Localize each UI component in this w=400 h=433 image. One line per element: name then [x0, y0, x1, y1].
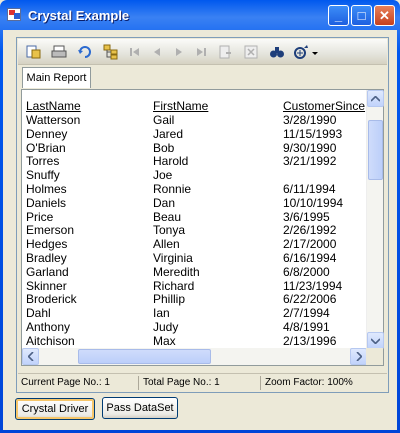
- maximize-button[interactable]: □: [351, 5, 372, 26]
- crystal-driver-button[interactable]: Crystal Driver: [15, 398, 95, 420]
- close-view-icon[interactable]: [240, 41, 262, 63]
- cell-last-name: Watterson: [26, 113, 81, 127]
- previous-page-icon[interactable]: [148, 41, 166, 63]
- cell-last-name: Garland: [26, 264, 69, 279]
- cell-last-name: Denney: [26, 126, 68, 141]
- window-title: Crystal Example: [28, 7, 130, 23]
- scroll-left-button[interactable]: [22, 348, 39, 365]
- cell-last-name: Aitchison: [26, 333, 75, 348]
- cell-customer-since: 6/22/2006: [283, 292, 337, 307]
- cell-first-name: Ian: [153, 306, 170, 321]
- scroll-right-button[interactable]: [350, 348, 367, 365]
- status-bar: Current Page No.: 1 Total Page No.: 1 Zo…: [18, 373, 387, 392]
- cell-last-name: Bradley: [26, 251, 67, 265]
- cell-first-name: Beau: [153, 209, 182, 224]
- cell-first-name: Bob: [153, 140, 175, 155]
- cell-first-name: Phillip: [153, 292, 186, 307]
- cell-first-name: Richard: [153, 278, 195, 293]
- cell-customer-since: 2/26/1992: [283, 223, 337, 238]
- cell-customer-since: 4/8/1991: [283, 320, 330, 334]
- cell-customer-since: 2/7/1994: [283, 306, 330, 321]
- report-page: LastName FirstName CustomerSince Watters…: [22, 90, 367, 349]
- cell-customer-since: 3/21/1992: [283, 154, 337, 169]
- cell-last-name: Snuffy: [26, 168, 60, 183]
- header-customer-since: CustomerSince: [283, 99, 366, 113]
- horizontal-scrollbar[interactable]: [22, 348, 367, 365]
- cell-last-name: Torres: [26, 154, 60, 169]
- print-icon[interactable]: [48, 41, 70, 63]
- scroll-up-button[interactable]: [367, 90, 384, 107]
- cell-first-name: Meredith: [153, 264, 200, 279]
- header-first-name: FirstName: [153, 99, 209, 113]
- cell-customer-since: 6/8/2000: [283, 264, 330, 279]
- cell-last-name: Skinner: [26, 278, 67, 293]
- group-tree-icon[interactable]: [100, 41, 122, 63]
- cell-first-name: Dan: [153, 195, 176, 210]
- status-separator: [260, 376, 261, 390]
- cell-first-name: Jared: [153, 126, 184, 141]
- cell-customer-since: 2/17/2000: [283, 237, 337, 252]
- cell-last-name: Dahl: [26, 306, 51, 321]
- client-area: Main Report LastName FirstName CustomerS…: [3, 30, 397, 430]
- cell-first-name: Allen: [153, 237, 180, 252]
- cell-first-name: Tonya: [153, 223, 186, 238]
- cell-first-name: Joe: [153, 168, 173, 183]
- cell-last-name: Price: [26, 209, 54, 224]
- cell-last-name: Holmes: [26, 182, 67, 196]
- cell-first-name: Gail: [153, 113, 175, 127]
- report-pane: LastName FirstName CustomerSince Watters…: [21, 89, 384, 366]
- cell-last-name: Broderick: [26, 292, 77, 307]
- current-page-status: Current Page No.: 1: [21, 377, 110, 388]
- goto-page-icon[interactable]: [214, 41, 236, 63]
- search-icon[interactable]: [266, 41, 288, 63]
- export-icon[interactable]: [22, 41, 44, 63]
- cell-last-name: Daniels: [26, 195, 67, 210]
- app-window: Crystal Example _ □ ✕ Main Report LastNa…: [0, 0, 400, 433]
- cell-last-name: O'Brian: [26, 140, 66, 155]
- cell-customer-since: 6/11/1994: [283, 182, 336, 196]
- cell-customer-since: 3/6/1995: [283, 209, 330, 224]
- zoom-icon[interactable]: [292, 41, 320, 63]
- cell-customer-since: 6/16/1994: [283, 251, 337, 265]
- refresh-icon[interactable]: [74, 41, 96, 63]
- cell-first-name: Harold: [153, 154, 189, 169]
- cell-customer-since: 9/30/1990: [283, 140, 337, 155]
- cell-customer-since: 11/23/1994: [283, 278, 343, 293]
- next-page-icon[interactable]: [170, 41, 188, 63]
- scroll-corner: [366, 348, 383, 365]
- cell-last-name: Hedges: [26, 237, 68, 252]
- cell-customer-since: 2/13/1996: [283, 333, 337, 348]
- total-page-status: Total Page No.: 1: [143, 377, 220, 388]
- cell-first-name: Judy: [153, 320, 179, 334]
- cell-customer-since: 10/10/1994: [283, 195, 344, 210]
- header-last-name: LastName: [26, 99, 81, 113]
- vertical-scrollbar[interactable]: [366, 90, 384, 349]
- pass-dataset-button[interactable]: Pass DataSet: [102, 397, 178, 419]
- cell-customer-since: 3/28/1990: [283, 113, 337, 127]
- cell-first-name: Virginia: [153, 251, 193, 265]
- status-separator: [138, 376, 139, 390]
- zoom-factor-status: Zoom Factor: 100%: [265, 377, 353, 388]
- close-button[interactable]: ✕: [374, 5, 395, 26]
- title-bar[interactable]: Crystal Example _ □ ✕: [3, 0, 397, 30]
- cell-last-name: Anthony: [26, 320, 71, 334]
- cell-first-name: Ronnie: [153, 182, 192, 196]
- vertical-scroll-thumb[interactable]: [368, 120, 383, 180]
- cell-first-name: Max: [153, 333, 176, 348]
- app-icon: [7, 7, 23, 23]
- last-page-icon[interactable]: [192, 41, 210, 63]
- cell-last-name: Emerson: [26, 223, 75, 238]
- minimize-button[interactable]: _: [328, 5, 349, 26]
- scroll-down-button[interactable]: [367, 332, 384, 349]
- tab-main-report[interactable]: Main Report: [22, 67, 91, 88]
- crystal-report-viewer: Main Report LastName FirstName CustomerS…: [16, 37, 389, 393]
- first-page-icon[interactable]: [126, 41, 144, 63]
- cell-customer-since: 11/15/1993: [283, 126, 343, 141]
- horizontal-scroll-thumb[interactable]: [78, 349, 211, 364]
- viewer-toolbar: [18, 39, 387, 65]
